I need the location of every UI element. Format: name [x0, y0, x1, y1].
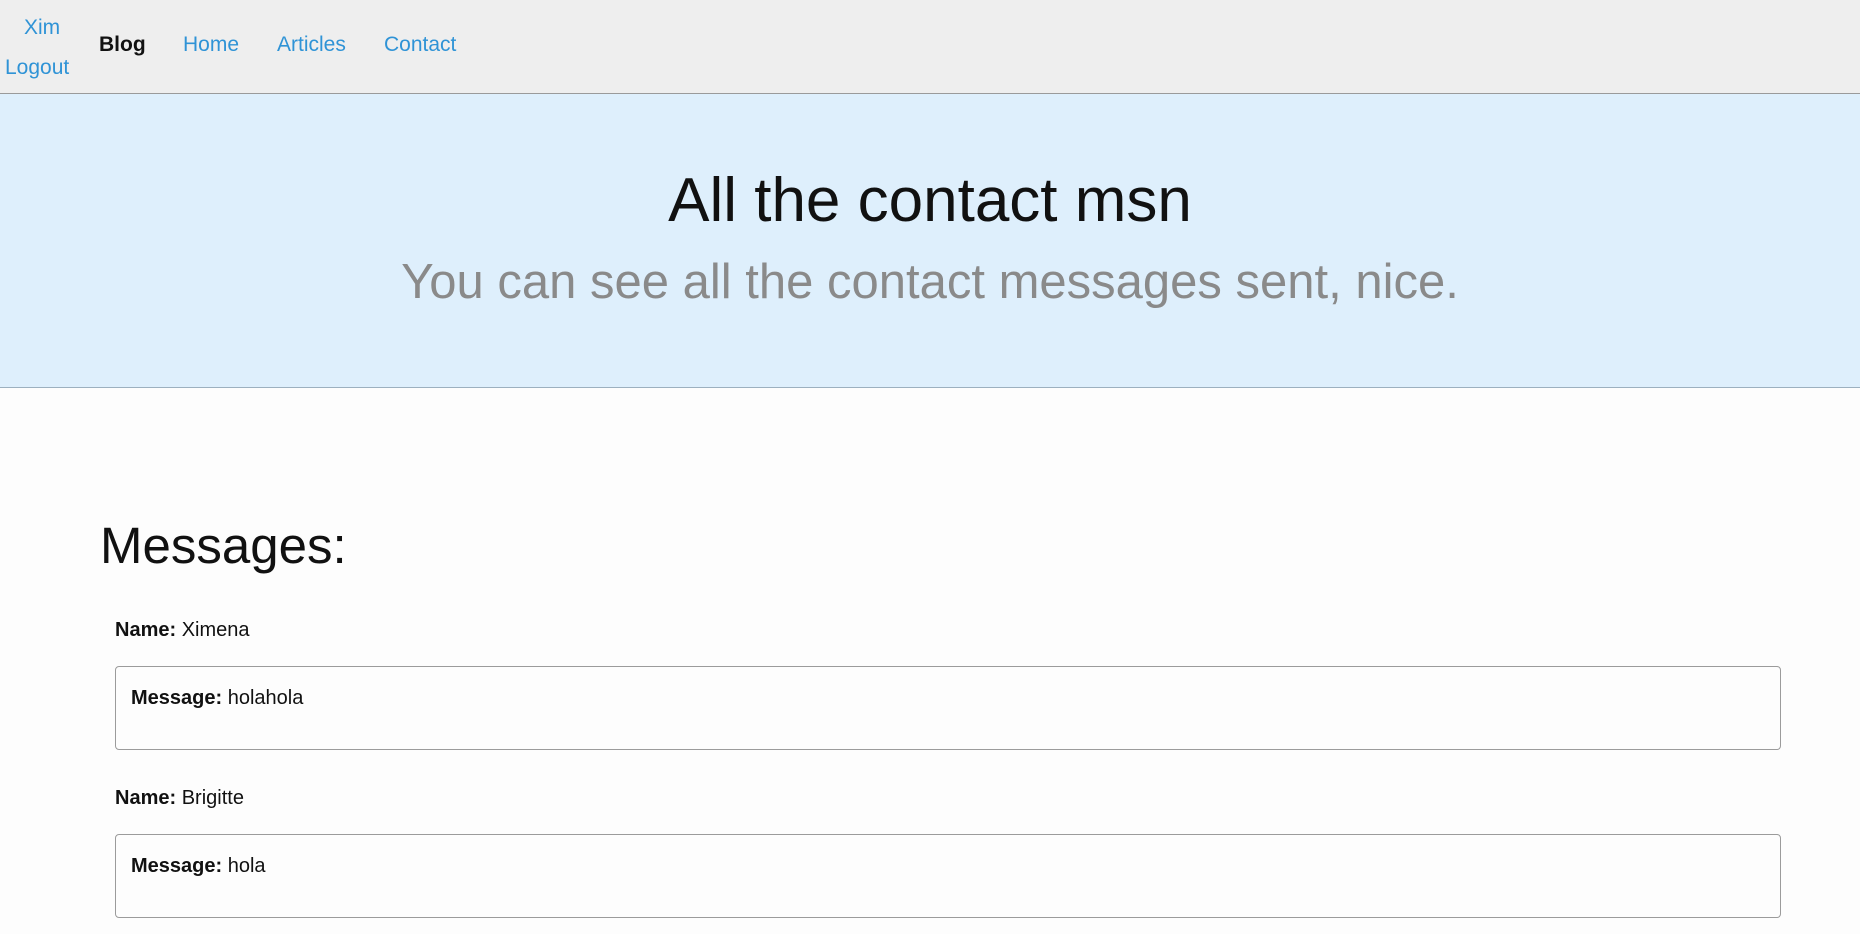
- sender-name: Brigitte: [181, 787, 244, 809]
- message-label: Message:: [131, 687, 223, 709]
- message-text: holahola: [227, 687, 304, 709]
- messages-heading: Messages:: [100, 517, 347, 574]
- message-box: Message: holahola: [115, 666, 1781, 750]
- hero-banner: All the contact msn You can see all the …: [0, 94, 1860, 388]
- name-label: Name:: [115, 619, 177, 641]
- user-link[interactable]: Xim: [24, 16, 60, 40]
- message-entry: Name: Ximena Message: holahola: [115, 618, 1781, 750]
- message-line: Message: holahola: [131, 686, 1765, 710]
- message-text: hola: [227, 855, 266, 877]
- message-line: Message: hola: [131, 854, 1765, 878]
- message-entry: Name: Brigitte Message: hola: [115, 786, 1781, 918]
- brand-name: Blog: [99, 33, 146, 56]
- contact-link[interactable]: Contact: [384, 33, 456, 57]
- sender-name-line: Name: Ximena: [115, 618, 1781, 642]
- name-label: Name:: [115, 787, 177, 809]
- page-title: All the contact msn: [668, 166, 1192, 235]
- home-link[interactable]: Home: [183, 33, 239, 57]
- message-label: Message:: [131, 855, 223, 877]
- articles-link[interactable]: Articles: [277, 33, 346, 57]
- sender-name: Ximena: [181, 619, 250, 641]
- messages-content: Messages: Name: Ximena Message: holahola…: [0, 388, 1860, 934]
- page-subtitle: You can see all the contact messages sen…: [401, 255, 1459, 309]
- sender-name-line: Name: Brigitte: [115, 786, 1781, 810]
- message-box: Message: hola: [115, 834, 1781, 918]
- logout-link[interactable]: Logout: [5, 56, 69, 80]
- top-navigation: Xim Logout Blog Home Articles Contact: [0, 0, 1860, 94]
